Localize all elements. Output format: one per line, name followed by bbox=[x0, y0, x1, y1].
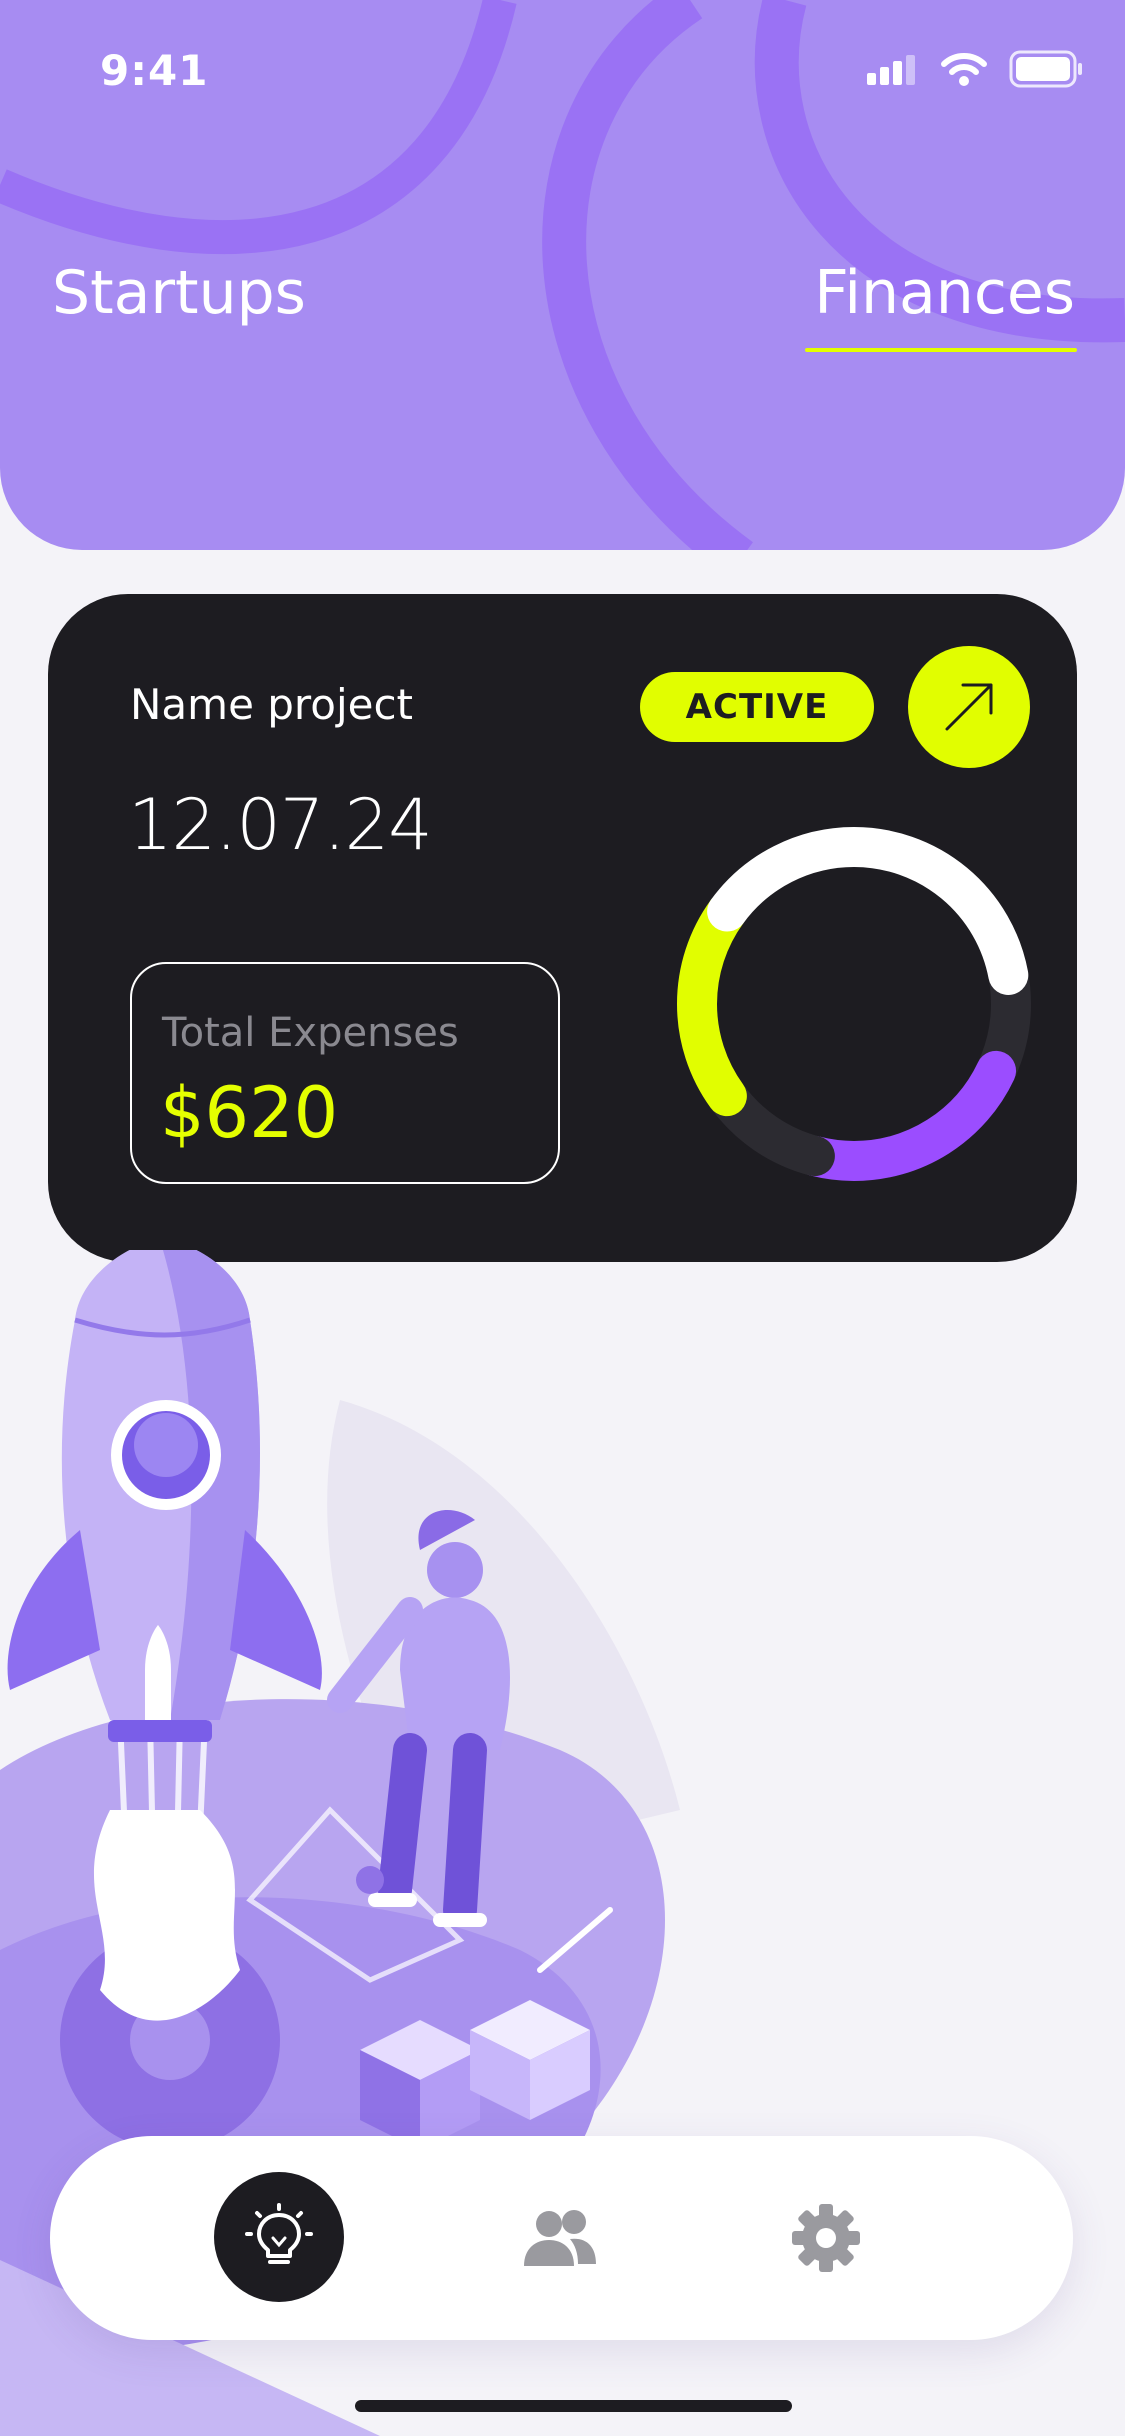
status-badge: ACTIVE bbox=[640, 672, 874, 742]
nav-settings-button[interactable] bbox=[776, 2188, 876, 2288]
status-time: 9:41 bbox=[100, 46, 209, 95]
home-indicator bbox=[355, 2400, 792, 2412]
active-tab-indicator bbox=[805, 348, 1077, 352]
app-header: 9:41 Startups Finances bbox=[0, 0, 1125, 550]
total-expenses-box: Total Expenses $620 bbox=[130, 962, 560, 1184]
expenses-label: Total Expenses bbox=[162, 1010, 459, 1056]
cellular-signal-icon bbox=[867, 55, 915, 85]
battery-icon bbox=[1009, 50, 1082, 88]
status-icons bbox=[865, 50, 1083, 88]
gear-icon bbox=[792, 2204, 860, 2272]
users-icon bbox=[524, 2210, 596, 2266]
tab-startups[interactable]: Startups bbox=[52, 258, 306, 328]
nav-team-button[interactable] bbox=[510, 2188, 610, 2288]
project-date: 12.07.24 bbox=[128, 784, 433, 866]
project-card[interactable]: Name project 12.07.24 ACTIVE Total Expen… bbox=[48, 594, 1077, 1262]
open-project-button[interactable] bbox=[908, 646, 1030, 768]
nav-ideas-button[interactable] bbox=[214, 2172, 344, 2302]
arrow-up-right-icon bbox=[945, 683, 993, 731]
expenses-value: $620 bbox=[160, 1072, 339, 1154]
wifi-icon bbox=[941, 53, 987, 86]
project-name: Name project bbox=[130, 680, 414, 729]
progress-ring bbox=[677, 827, 1031, 1181]
lightbulb-icon bbox=[245, 2203, 313, 2264]
bottom-navigation bbox=[50, 2136, 1073, 2340]
tab-finances[interactable]: Finances bbox=[814, 258, 1075, 328]
